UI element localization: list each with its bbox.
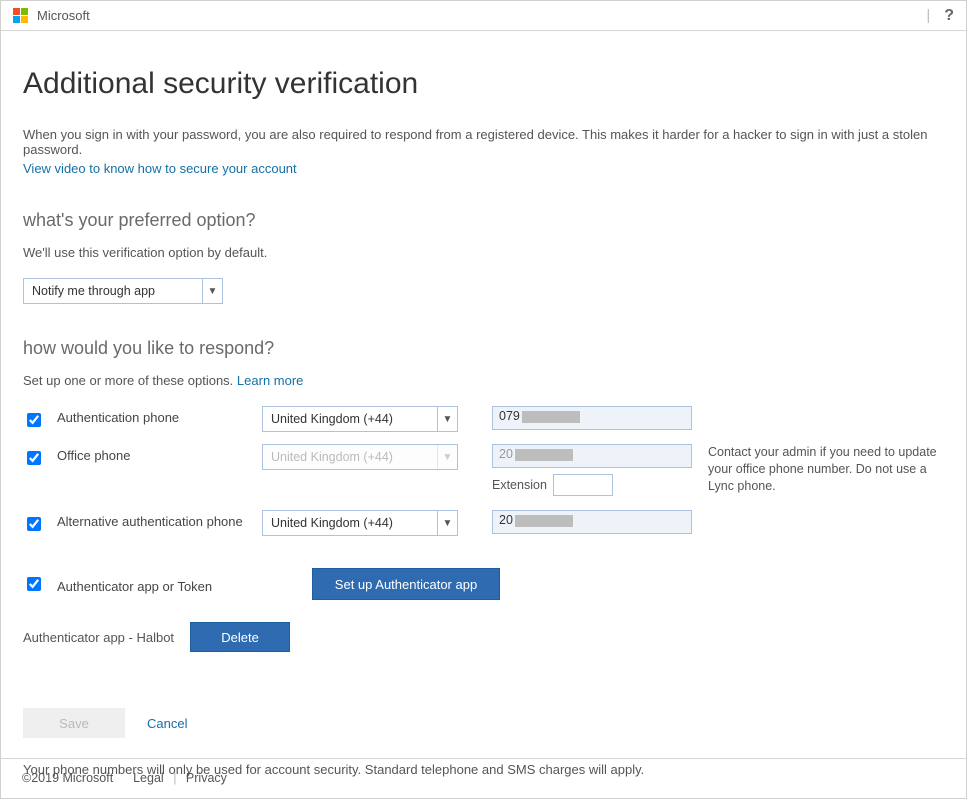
brand-name: Microsoft xyxy=(37,8,90,23)
select-country-auth-phone-value: United Kingdom (+44) xyxy=(263,407,457,431)
page-body: Additional security verification When yo… xyxy=(1,31,966,777)
select-country-alt-phone-value: United Kingdom (+44) xyxy=(263,511,457,535)
respond-heading: how would you like to respond? xyxy=(23,338,944,359)
input-auth-phone-number[interactable]: 079 xyxy=(492,406,692,430)
label-authenticator-app: Authenticator app or Token xyxy=(57,575,302,594)
preferred-desc: We'll use this verification option by de… xyxy=(23,245,944,260)
setup-authenticator-button-label: Set up Authenticator app xyxy=(335,577,477,592)
row-alt-auth-phone: Alternative authentication phone United … xyxy=(23,510,944,542)
header-divider: | xyxy=(926,7,930,24)
input-office-phone-number: 20 xyxy=(492,444,692,468)
label-extension: Extension xyxy=(492,478,547,492)
label-office-phone: Office phone xyxy=(57,444,252,463)
footer: ©2019 Microsoft Legal | Privacy xyxy=(0,758,967,799)
input-office-phone-number-value: 20 xyxy=(499,447,513,461)
page-title: Additional security verification xyxy=(23,67,944,101)
row-authentication-phone: Authentication phone United Kingdom (+44… xyxy=(23,406,944,438)
footer-privacy-link[interactable]: Privacy xyxy=(186,771,227,785)
learn-more-link[interactable]: Learn more xyxy=(237,373,303,388)
save-button-label: Save xyxy=(59,716,89,731)
row-office-phone: Office phone United Kingdom (+44) ▼ 20 E… xyxy=(23,444,944,496)
preferred-heading: what's your preferred option? xyxy=(23,210,944,231)
preferred-option-select[interactable]: Notify me through app ▼ xyxy=(23,278,223,304)
respond-desc: Set up one or more of these options. Lea… xyxy=(23,373,944,388)
save-button: Save xyxy=(23,708,125,738)
microsoft-logo-icon xyxy=(13,8,29,24)
select-country-alt-phone[interactable]: United Kingdom (+44) ▼ xyxy=(262,510,458,536)
authenticator-device-label: Authenticator app - Halbot xyxy=(23,630,174,645)
label-alt-auth-phone: Alternative authentication phone xyxy=(57,510,252,529)
footer-separator: | xyxy=(173,771,176,785)
select-country-office-phone: United Kingdom (+44) ▼ xyxy=(262,444,458,470)
row-authenticator-device: Authenticator app - Halbot Delete xyxy=(23,622,944,652)
preferred-option-value: Notify me through app xyxy=(24,279,222,303)
checkbox-authentication-phone[interactable] xyxy=(27,413,41,427)
checkbox-office-phone[interactable] xyxy=(27,451,41,465)
brand-bar: Microsoft | ? xyxy=(1,1,966,31)
input-alt-phone-number-value: 20 xyxy=(499,513,513,527)
delete-authenticator-button-label: Delete xyxy=(221,630,259,645)
respond-desc-text: Set up one or more of these options. xyxy=(23,373,237,388)
help-icon[interactable]: ? xyxy=(944,7,954,25)
action-row: Save Cancel xyxy=(23,708,944,738)
delete-authenticator-button[interactable]: Delete xyxy=(190,622,290,652)
label-authentication-phone: Authentication phone xyxy=(57,406,252,425)
footer-copyright: ©2019 Microsoft xyxy=(22,771,113,785)
intro-text: When you sign in with your password, you… xyxy=(23,127,943,157)
row-authenticator-app: Authenticator app or Token Set up Authen… xyxy=(23,568,944,600)
intro-video-link[interactable]: View video to know how to secure your ac… xyxy=(23,161,297,176)
footer-legal-link[interactable]: Legal xyxy=(133,771,164,785)
setup-authenticator-button[interactable]: Set up Authenticator app xyxy=(312,568,500,600)
cancel-link[interactable]: Cancel xyxy=(147,716,187,731)
select-country-office-phone-value: United Kingdom (+44) xyxy=(263,445,457,469)
select-country-auth-phone[interactable]: United Kingdom (+44) ▼ xyxy=(262,406,458,432)
checkbox-alt-auth-phone[interactable] xyxy=(27,517,41,531)
checkbox-authenticator-app[interactable] xyxy=(27,577,41,591)
office-phone-note: Contact your admin if you need to update… xyxy=(702,444,944,495)
input-alt-phone-number[interactable]: 20 xyxy=(492,510,692,534)
input-auth-phone-number-value: 079 xyxy=(499,409,520,423)
input-extension xyxy=(553,474,613,496)
